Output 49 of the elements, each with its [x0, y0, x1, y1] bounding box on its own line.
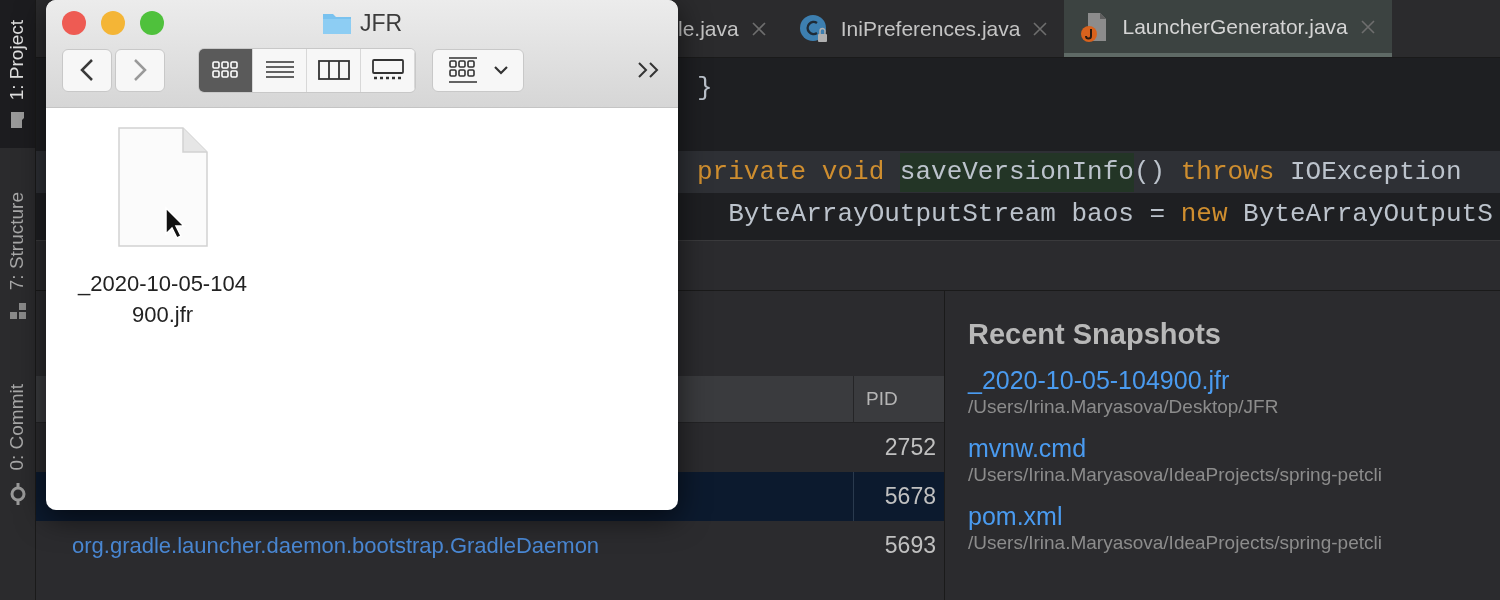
view-mode-button[interactable]	[307, 48, 361, 92]
panel-title: Recent Snapshots	[968, 317, 1222, 352]
icon-view-icon	[210, 60, 241, 80]
snapshot-link[interactable]: mvnw.cmd	[968, 432, 1087, 463]
folder-icon	[9, 111, 26, 130]
close-icon[interactable]	[1359, 18, 1376, 35]
view-mode-button[interactable]	[199, 48, 253, 92]
list-view-icon	[264, 59, 295, 81]
folder-icon	[321, 11, 352, 35]
editor-tab[interactable]: le.java	[678, 0, 783, 57]
group-dropdown[interactable]	[432, 48, 524, 92]
snapshot-link[interactable]: pom.xml	[968, 500, 1063, 531]
editor-tab[interactable]: LauncherGenerator.java	[1064, 0, 1392, 57]
minimize-button[interactable]	[101, 11, 125, 35]
forward-icon	[133, 58, 147, 82]
close-icon[interactable]	[750, 20, 767, 37]
group-icon	[448, 57, 478, 83]
snapshot-link[interactable]: _2020-10-05-104900.jfr	[968, 364, 1230, 395]
code-line: ByteArrayOutputStream baos = new ByteArrayOutputS	[727, 197, 1493, 231]
more-icon[interactable]	[637, 61, 661, 79]
pid-text: 2752	[884, 433, 936, 463]
snapshot-path: /Users/Irina.Maryasova/IdeaProjects/spring-petcli	[968, 530, 1383, 555]
process-row[interactable]: org.gradle.launcher.daemon.bootstrap.GradleDaemon 5693	[36, 521, 944, 570]
editor-tab[interactable]: IniPreferences.java	[782, 0, 1065, 57]
code-line: }	[697, 71, 713, 105]
back-button[interactable]	[62, 48, 112, 92]
column-view-icon	[317, 59, 350, 81]
snapshot-path: /Users/Irina.Maryasova/IdeaProjects/spring-petcli	[968, 462, 1383, 487]
structure-icon	[8, 302, 27, 321]
process-name: org.gradle.launcher.daemon.bootstrap.GradleDaemon	[72, 533, 600, 558]
tool-window-tab[interactable]: 1: Project	[0, 0, 35, 149]
view-mode-button[interactable]	[361, 48, 415, 92]
tool-window-tab[interactable]: 0: Commit	[0, 364, 35, 526]
window-title: JFR	[359, 8, 403, 38]
back-icon	[80, 58, 94, 82]
class-icon	[798, 13, 829, 44]
close-icon[interactable]	[1032, 20, 1049, 37]
chevron-down-icon	[494, 65, 508, 75]
pid-text: 5678	[884, 482, 936, 512]
snapshot-path: /Users/Irina.Maryasova/Desktop/JFR	[968, 394, 1280, 419]
gallery-view-icon	[371, 59, 404, 81]
column-header: PID	[853, 376, 944, 422]
close-window-button[interactable]	[62, 11, 86, 35]
pid-text: 5693	[884, 531, 936, 561]
view-mode-button[interactable]	[253, 48, 307, 92]
code-line: private void saveVersionInfo() throws IOException	[697, 152, 1462, 192]
zoom-button[interactable]	[140, 11, 164, 35]
file-name[interactable]: _2020-10-05-104900.jfr	[74, 268, 251, 330]
tool-window-tab[interactable]: 7: Structure	[0, 172, 35, 341]
